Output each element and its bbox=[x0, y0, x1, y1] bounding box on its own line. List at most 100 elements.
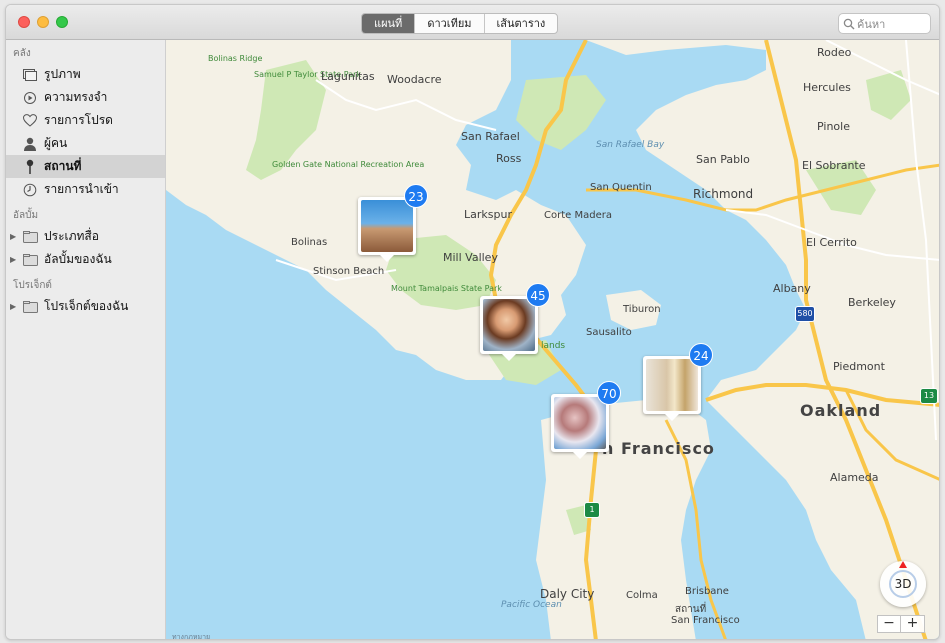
place-label: San Pablo bbox=[696, 153, 750, 166]
place-label: Rodeo bbox=[817, 46, 852, 59]
place-label: lands bbox=[541, 341, 566, 351]
cluster-photo bbox=[361, 200, 413, 252]
folder-icon bbox=[22, 299, 38, 315]
place-label: n Francisco bbox=[602, 439, 715, 458]
sidebar-item-label: รูปภาพ bbox=[44, 67, 81, 81]
legal-link[interactable]: ทางกฎหมาย bbox=[172, 632, 210, 639]
place-label: Stinson Beach bbox=[313, 266, 385, 277]
sidebar-item-label: ความทรงจำ bbox=[44, 90, 108, 104]
place-label: Ross bbox=[496, 152, 522, 165]
place-label: San Quentin bbox=[590, 182, 652, 193]
heart-icon bbox=[22, 113, 38, 129]
place-label: Daly City bbox=[540, 587, 595, 601]
zoom-in-button[interactable]: + bbox=[901, 615, 925, 633]
photo-cluster-pin[interactable]: 24 bbox=[643, 343, 713, 421]
cluster-count-badge: 24 bbox=[689, 343, 713, 367]
sidebar-item-my-projects[interactable]: ▶ โปรเจ็กต์ของฉัน bbox=[6, 295, 165, 318]
sidebar-item-label: ประเภทสื่อ bbox=[44, 229, 99, 243]
sidebar-item-people[interactable]: ผู้คน bbox=[6, 132, 165, 155]
clock-icon bbox=[22, 182, 38, 198]
place-label: Brisbane bbox=[685, 586, 729, 597]
place-label: Tiburon bbox=[623, 304, 661, 315]
sidebar-item-photos[interactable]: รูปภาพ bbox=[6, 63, 165, 86]
place-label: San Rafael bbox=[461, 130, 520, 143]
sidebar-item-memories[interactable]: ความทรงจำ bbox=[6, 86, 165, 109]
place-label: Mill Valley bbox=[443, 251, 498, 264]
place-label: Larkspur bbox=[464, 208, 512, 221]
cluster-photo bbox=[646, 359, 698, 411]
place-label: Colma bbox=[626, 590, 658, 601]
place-label: Pinole bbox=[817, 120, 850, 133]
disclosure-triangle-icon[interactable]: ▶ bbox=[10, 255, 16, 264]
place-label: Berkeley bbox=[848, 296, 896, 309]
folder-icon bbox=[22, 229, 38, 245]
sidebar-item-imports[interactable]: รายการนำเข้า bbox=[6, 178, 165, 201]
sidebar: คลัง รูปภาพ ความทรงจำ รายการโปรด ผู้คน ส… bbox=[6, 40, 166, 639]
tab-satellite[interactable]: ดาวเทียม bbox=[415, 14, 485, 33]
highway-shield: 13 bbox=[920, 388, 938, 404]
compass-3d-label: 3D bbox=[889, 570, 917, 598]
tab-grid[interactable]: เส้นตาราง bbox=[485, 14, 558, 33]
map-view-segmented-control: แผนที่ ดาวเทียม เส้นตาราง bbox=[361, 13, 559, 34]
section-library: คลัง bbox=[13, 48, 31, 59]
park-label: Golden Gate National Recreation Area bbox=[272, 160, 425, 169]
park-label: Bolinas Ridge bbox=[208, 54, 263, 63]
pin-icon bbox=[22, 159, 38, 175]
cluster-count-badge: 23 bbox=[404, 184, 428, 208]
place-label: Alameda bbox=[830, 471, 879, 484]
sidebar-item-label: อัลบั้มของฉัน bbox=[44, 252, 112, 266]
section-albums: อัลบั้ม bbox=[13, 210, 39, 221]
sidebar-item-label: รายการนำเข้า bbox=[44, 182, 119, 196]
sidebar-item-label: ผู้คน bbox=[44, 136, 68, 150]
zoom-out-button[interactable]: − bbox=[877, 615, 901, 633]
folder-icon bbox=[22, 252, 38, 268]
zoom-control: − + bbox=[877, 615, 925, 633]
place-label: El Cerrito bbox=[806, 236, 857, 249]
photos-icon bbox=[22, 67, 38, 83]
park-label: Mount Tamalpais State Park bbox=[391, 284, 502, 293]
zoom-button[interactable] bbox=[56, 16, 68, 28]
close-button[interactable] bbox=[18, 16, 30, 28]
sidebar-item-label: สถานที่ bbox=[44, 159, 82, 173]
place-label: Woodacre bbox=[387, 73, 442, 86]
search-icon bbox=[843, 18, 855, 29]
search-field[interactable]: ค้นหา bbox=[838, 13, 931, 34]
person-icon bbox=[22, 136, 38, 152]
sidebar-item-favorites[interactable]: รายการโปรด bbox=[6, 109, 165, 132]
search-placeholder: ค้นหา bbox=[857, 17, 886, 31]
cluster-photo bbox=[483, 299, 535, 351]
sidebar-item-places[interactable]: สถานที่ bbox=[6, 155, 165, 178]
place-label: Lagunitas bbox=[321, 70, 375, 83]
minimize-button[interactable] bbox=[37, 16, 49, 28]
sidebar-item-label: โปรเจ็กต์ของฉัน bbox=[44, 299, 129, 313]
water-label: San Rafael Bay bbox=[596, 140, 665, 150]
park-label: Samuel P Taylor State Park bbox=[254, 70, 362, 79]
memories-icon bbox=[22, 90, 38, 106]
place-label: Richmond bbox=[693, 187, 754, 201]
photo-cluster-pin[interactable]: 23 bbox=[358, 184, 428, 262]
highway-shield: 1 bbox=[584, 502, 600, 518]
cluster-count-badge: 45 bbox=[526, 283, 550, 307]
tab-map[interactable]: แผนที่ bbox=[362, 14, 416, 33]
highway-shield: 580 bbox=[795, 306, 815, 322]
disclosure-triangle-icon[interactable]: ▶ bbox=[10, 232, 16, 241]
photo-cluster-pin[interactable]: 70 bbox=[551, 381, 621, 459]
titlebar: แผนที่ ดาวเทียม เส้นตาราง ค้นหา bbox=[6, 5, 939, 40]
sidebar-item-media-types[interactable]: ▶ ประเภทสื่อ bbox=[6, 225, 165, 248]
place-label: Piedmont bbox=[833, 360, 885, 373]
photo-cluster-pin[interactable]: 45 bbox=[480, 283, 550, 361]
disclosure-triangle-icon[interactable]: ▶ bbox=[10, 302, 16, 311]
cluster-count-badge: 70 bbox=[597, 381, 621, 405]
place-label: El Sobrante bbox=[802, 159, 866, 172]
place-label: Corte Madera bbox=[544, 210, 612, 221]
place-label: San Francisco bbox=[671, 615, 740, 626]
compass-3d-button[interactable]: 3D bbox=[880, 561, 926, 607]
sidebar-item-my-albums[interactable]: ▶ อัลบั้มของฉัน bbox=[6, 248, 165, 271]
place-label: Hercules bbox=[803, 81, 851, 94]
place-label: Albany bbox=[773, 282, 811, 295]
place-label: Bolinas bbox=[291, 237, 328, 248]
sidebar-item-label: รายการโปรด bbox=[44, 113, 113, 127]
cluster-photo bbox=[554, 397, 606, 449]
photos-window: แผนที่ ดาวเทียม เส้นตาราง ค้นหา คลัง รูป… bbox=[5, 4, 940, 640]
map-view[interactable]: Bolinas Ridge Samuel P Taylor State Park… bbox=[166, 40, 939, 639]
